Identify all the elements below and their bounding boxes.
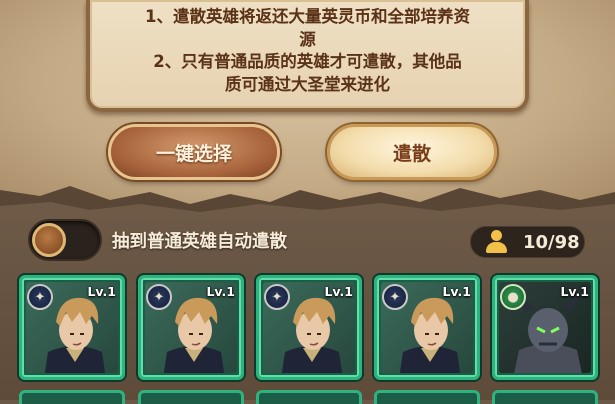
hero-card-5[interactable]: ● Lv.1 [492,275,598,380]
info-line-1-cont: 源 [299,29,316,49]
hero-count-badge: 10/98 [470,226,585,258]
hero-card-1[interactable]: ✦ Lv.1 [19,275,125,380]
hero-level: Lv.1 [87,284,116,299]
toggle-knob[interactable] [32,223,66,257]
disband-button[interactable]: 遣散 [327,124,497,180]
torn-paper-edge [0,186,615,218]
star-badge-icon: ✦ [27,284,53,310]
hero-level: Lv.1 [560,284,589,299]
star-badge-icon: ✦ [382,284,408,310]
info-line-2-cont: 质可通过大圣堂来进化 [225,74,390,94]
select-all-button[interactable]: 一键选择 [108,124,280,180]
person-icon [483,229,515,255]
hero-card-row2-1[interactable] [19,390,125,404]
disband-info-panel: 1、遣散英雄将返还大量英灵币和全部培养资 源 2、只有普通品质的英雄才可遣散，其… [86,0,529,112]
star-badge-icon: ✦ [264,284,290,310]
hero-level: Lv.1 [324,284,353,299]
info-line-1: 1、遣散英雄将返还大量英灵币和全部培养资 [145,7,470,26]
hero-card-3[interactable]: ✦ Lv.1 [256,275,362,380]
green-badge-icon: ● [500,284,526,310]
hero-card-row2-5[interactable] [492,390,598,404]
hero-card-row2-2[interactable] [138,390,244,404]
hero-card-4[interactable]: ✦ Lv.1 [374,275,480,380]
hero-card-2[interactable]: ✦ Lv.1 [138,275,244,380]
hero-card-row2-4[interactable] [374,390,480,404]
auto-disband-toggle[interactable] [28,219,102,261]
hero-count-text: 10/98 [523,231,580,253]
info-line-2: 2、只有普通品质的英雄才可遣散，其他品 [153,52,462,71]
hero-card-row2-3[interactable] [256,390,362,404]
hero-level: Lv.1 [442,284,471,299]
hero-level: Lv.1 [206,284,235,299]
star-badge-icon: ✦ [146,284,172,310]
auto-disband-label: 抽到普通英雄自动遣散 [112,232,287,252]
